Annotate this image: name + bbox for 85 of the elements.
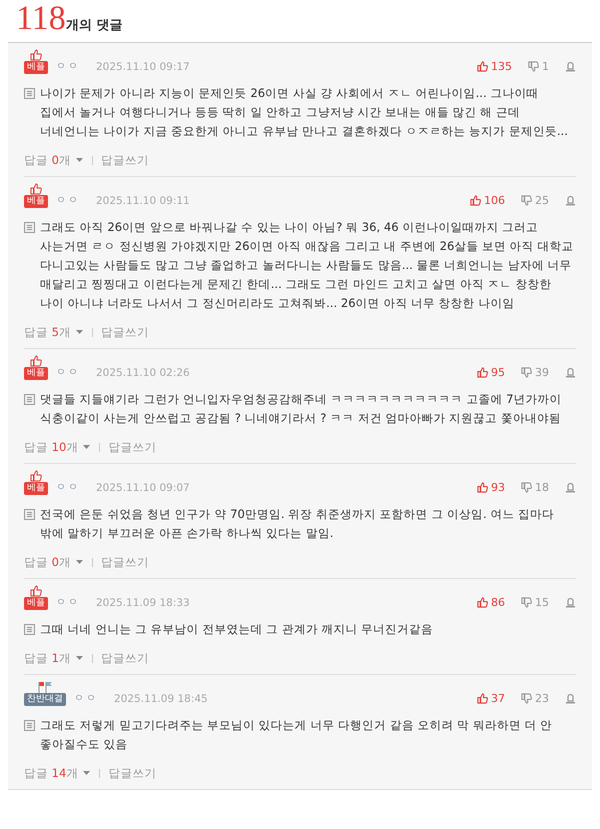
reply-toggle[interactable]: 답글 10개 <box>24 440 92 455</box>
thumbs-up-icon <box>30 470 42 482</box>
like-count: 95 <box>491 366 505 379</box>
author-name[interactable]: ㅇㅇ <box>56 193 80 207</box>
siren-icon[interactable] <box>565 597 576 608</box>
comment-badge: 베플 <box>24 195 48 208</box>
caret-icon[interactable] <box>82 770 92 776</box>
comment-text: 댓글들 지들얘기라 그런가 언니입자우엄청공감해주네 ㅋㅋㅋㅋㅋㅋㅋㅋㅋㅋㅋ 고졸에 7년가까이 식충이같이 사는게 안쓰럽고 공감됨 ? 니네얘기라서 ? ㅋㅋ 저건 엄마아빠가 지원끊고 쫓아내야됨 <box>40 391 562 427</box>
thumbs-up-icon[interactable] <box>477 482 488 493</box>
memo-icon <box>24 88 35 99</box>
comment-badge: 베플 <box>24 367 48 380</box>
siren-icon[interactable] <box>565 61 576 72</box>
thumbs-down-icon[interactable] <box>521 693 532 704</box>
write-reply-button[interactable]: 답글쓰기 <box>100 325 149 340</box>
dislike-count: 23 <box>535 692 549 705</box>
comment-text: 그래도 저렇게 믿고기다려주는 부모님이 있다는게 너무 다행인거 같음 오히려 막 뭐라하면 더 안 좋아질수도 있음 <box>40 717 554 753</box>
thumbs-down-icon[interactable] <box>521 195 532 206</box>
thumbs-up-icon[interactable] <box>477 597 488 608</box>
comment-text: 그래도 아직 26이면 앞으로 바꿔나갈 수 있는 나이 아님? 뭐 36, 46 이런나이일때까지 그러고 사는거면 ㄹㅇ 정신병원 가야겠지만 26이면 아직 애잖음 그리고 내 주변에 26살들 보면 아직 대학교 다니고있는 사람들도 많고 그냥 졸업하고 놀러다니는 사람들도 많음... 물론 너희언니는 남자에 너무 매달리고 찡찡대고 이런다는게 문제긴 한데... 그래도 그런 마인드 고치고 살면 아직 ㅈㄴ 창창한 나이 아니냐 너라도 나서서 그 정신머리라도 고쳐줘봐... 26이면 아직 너무 창창한 나이임 <box>40 219 574 312</box>
comment-date: 2025.11.10 09:07 <box>96 482 190 494</box>
comment-date: 2025.11.09 18:45 <box>114 693 208 705</box>
author-name[interactable]: ㅇㅇ <box>56 365 80 379</box>
author-name[interactable]: ㅇㅇ <box>56 595 80 609</box>
reply-toggle[interactable]: 답글 0개 <box>24 153 84 168</box>
comment-text: 나이가 문제가 아니라 지능이 문제인듯 26이면 사실 걍 사회에서 ㅈㄴ 어린나이임... 그나이때 집에서 놀거나 여행다니거나 등등 딱히 일 안하고 그냥저냥 시간 보내는 애들 많긴 해 근데 너네언니는 나이가 지금 중요한게 아니고 유부남 만나고 결혼하겠다 ㅇㅈㄹ하는 능지가 문제인듯... <box>40 85 569 140</box>
like-count: 106 <box>484 194 505 207</box>
thumbs-up-icon <box>30 49 42 61</box>
comment-date: 2025.11.09 18:33 <box>96 597 190 609</box>
thumbs-down-icon[interactable] <box>521 482 532 493</box>
author-name[interactable]: ㅇㅇ <box>56 59 80 73</box>
like-count: 93 <box>491 481 505 494</box>
write-reply-button[interactable]: 답글쓰기 <box>100 555 149 570</box>
dislike-count: 25 <box>535 194 549 207</box>
thumbs-up-icon[interactable] <box>470 195 481 206</box>
comment-badge: 찬반대결 <box>24 693 66 706</box>
comment-date: 2025.11.10 02:26 <box>96 367 190 379</box>
thumbs-up-icon <box>30 585 42 597</box>
author-name[interactable]: ㅇㅇ <box>56 480 80 494</box>
like-count: 37 <box>491 692 505 705</box>
caret-icon[interactable] <box>82 444 92 450</box>
comment-text: 전국에 은둔 쉬었음 청년 인구가 약 70만명임. 위장 취준생까지 포함하면 그 이상임. 여느 집마다 밖에 말하기 부끄러운 아픈 손가락 하나씩 있다는 말임. <box>40 506 556 542</box>
thumbs-down-icon[interactable] <box>521 367 532 378</box>
write-reply-button[interactable]: 답글쓰기 <box>100 153 149 168</box>
author-name[interactable]: ㅇㅇ <box>74 691 98 705</box>
comment-badge: 베플 <box>24 482 48 495</box>
siren-icon[interactable] <box>565 693 576 704</box>
caret-icon[interactable] <box>74 157 84 163</box>
comment-badge: 베플 <box>24 61 48 74</box>
comment-count: 118 <box>16 2 66 36</box>
comment-date: 2025.11.10 09:11 <box>96 195 190 207</box>
reply-toggle[interactable]: 답글 0개 <box>24 555 84 570</box>
comment-badge: 베플 <box>24 597 48 610</box>
comment-count-label: 개의 댓글 <box>66 17 122 34</box>
caret-icon[interactable] <box>74 655 84 661</box>
reply-toggle[interactable]: 답글 5개 <box>24 325 84 340</box>
comment-text: 그때 너네 언니는 그 유부남이 전부였는데 그 관계가 깨지니 무너진거같음 <box>40 621 434 638</box>
thumbs-down-icon[interactable] <box>521 597 532 608</box>
memo-icon <box>24 509 35 520</box>
like-count: 135 <box>491 60 512 73</box>
siren-icon[interactable] <box>565 482 576 493</box>
dislike-count: 1 <box>542 60 549 73</box>
memo-icon <box>24 222 35 233</box>
thumbs-up-icon[interactable] <box>477 693 488 704</box>
thumbs-up-icon[interactable] <box>477 367 488 378</box>
thumbs-up-icon[interactable] <box>477 61 488 72</box>
comment-date: 2025.11.10 09:17 <box>96 61 190 73</box>
thumbs-down-icon[interactable] <box>528 61 539 72</box>
thumbs-up-icon <box>30 355 42 367</box>
write-reply-button[interactable]: 답글쓰기 <box>108 766 156 781</box>
dislike-count: 18 <box>535 481 549 494</box>
dislike-count: 39 <box>535 366 549 379</box>
write-reply-button[interactable]: 답글쓰기 <box>108 440 156 455</box>
caret-icon[interactable] <box>74 559 84 565</box>
like-count: 86 <box>491 596 505 609</box>
caret-icon[interactable] <box>74 329 84 335</box>
memo-icon <box>24 394 35 405</box>
write-reply-button[interactable]: 답글쓰기 <box>100 651 149 666</box>
dislike-count: 15 <box>535 596 549 609</box>
memo-icon <box>24 624 35 635</box>
siren-icon[interactable] <box>565 195 576 206</box>
reply-toggle[interactable]: 답글 14개 <box>24 766 92 781</box>
thumbs-up-icon <box>30 183 42 195</box>
memo-icon <box>24 720 35 731</box>
reply-toggle[interactable]: 답글 1개 <box>24 651 84 666</box>
siren-icon[interactable] <box>565 367 576 378</box>
